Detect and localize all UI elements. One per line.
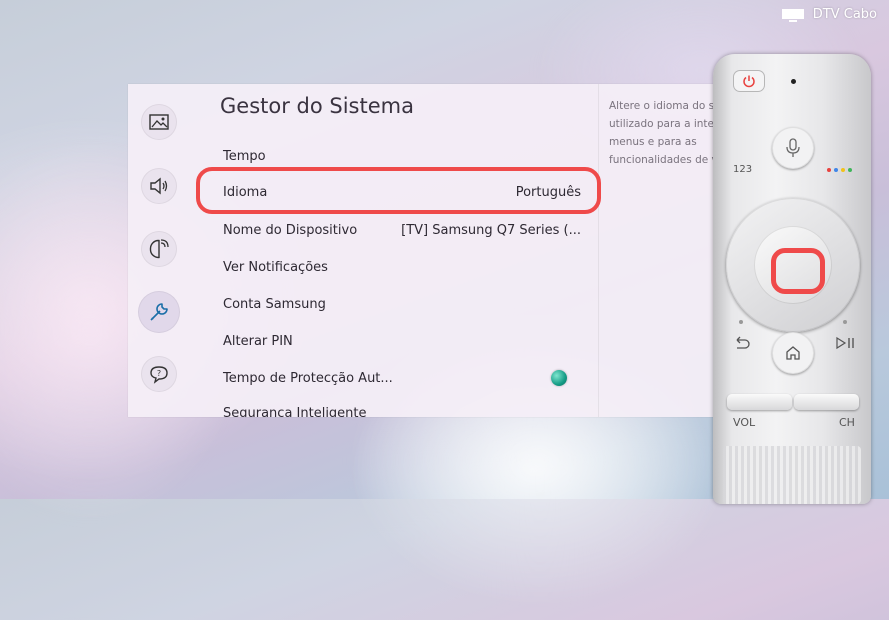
home-button[interactable] [772, 332, 814, 374]
back-icon[interactable] [733, 336, 751, 352]
sound-icon [150, 177, 168, 195]
menu-item-tempo-proteccao[interactable]: Tempo de Protecção Aut... [223, 365, 581, 391]
description-pane: Altere o idioma do sis utilizado para a … [598, 84, 730, 417]
power-icon [743, 75, 755, 88]
menu-item-label: Alterar PIN [223, 333, 293, 349]
menu-item-alterar-pin[interactable]: Alterar PIN [223, 328, 581, 354]
source-label: DTV Cabo [812, 7, 877, 22]
page-title: Gestor do Sistema [220, 94, 414, 118]
microphone-icon [786, 138, 800, 157]
select-button[interactable] [754, 226, 832, 304]
menu-item-conta-samsung[interactable]: Conta Samsung [223, 291, 581, 317]
settings-list: Gestor do Sistema Tempo Idioma Português… [190, 84, 598, 417]
source-indicator: DTV Cabo [781, 7, 877, 22]
menu-item-label: Tempo [223, 148, 266, 164]
vol-ch-rocker [727, 394, 859, 410]
play-pause-icon[interactable] [835, 336, 857, 350]
color-buttons[interactable] [827, 168, 852, 172]
menu-item-value: [TV] Samsung Q7 Series (... [401, 222, 581, 238]
menu-item-label: Ver Notificações [223, 259, 328, 275]
help-icon: ? [150, 366, 168, 384]
menu-item-label: Conta Samsung [223, 296, 326, 312]
svg-text:?: ? [157, 369, 161, 378]
toggle-indicator[interactable] [551, 370, 567, 386]
picture-icon [149, 114, 169, 130]
settings-panel: ? Gestor do Sistema Tempo Idioma Portugu… [128, 84, 730, 417]
home-icon [786, 346, 800, 360]
menu-item-nome-dispositivo[interactable]: Nome do Dispositivo [TV] Samsung Q7 Seri… [223, 217, 581, 243]
support-tools-icon [150, 303, 168, 321]
nav-help[interactable]: ? [141, 356, 177, 392]
power-button[interactable] [733, 70, 765, 92]
menu-item-tempo[interactable]: Tempo [223, 143, 581, 169]
nav-picture[interactable] [141, 104, 177, 140]
nav-sound[interactable] [141, 168, 177, 204]
remote-control: 123 VOL CH [713, 54, 871, 504]
nav-support[interactable] [138, 291, 180, 333]
volume-rocker[interactable] [727, 394, 792, 410]
tv-icon [781, 8, 804, 22]
menu-item-notificacoes[interactable]: Ver Notificações [223, 254, 581, 280]
menu-item-label: Nome do Dispositivo [223, 222, 358, 238]
menu-item-label: Segurança Inteligente [223, 405, 367, 418]
directional-pad[interactable] [726, 198, 860, 332]
item-description: Altere o idioma do sis utilizado para a … [609, 100, 724, 166]
channel-label: CH [839, 416, 855, 429]
nav-broadcast[interactable] [141, 231, 177, 267]
speaker-grille [723, 446, 861, 504]
volume-label: VOL [733, 416, 756, 429]
broadcast-icon [149, 239, 169, 259]
menu-item-label: Tempo de Protecção Aut... [223, 370, 393, 386]
channel-rocker[interactable] [794, 394, 859, 410]
ir-sensor [791, 79, 796, 84]
idioma-highlight-outline [196, 167, 601, 214]
menu-item-seguranca[interactable]: Segurança Inteligente [223, 400, 581, 418]
select-highlight-outline [771, 248, 825, 294]
voice-button[interactable] [772, 127, 814, 169]
settings-nav: ? [128, 84, 190, 417]
numbers-button[interactable]: 123 [733, 164, 752, 175]
